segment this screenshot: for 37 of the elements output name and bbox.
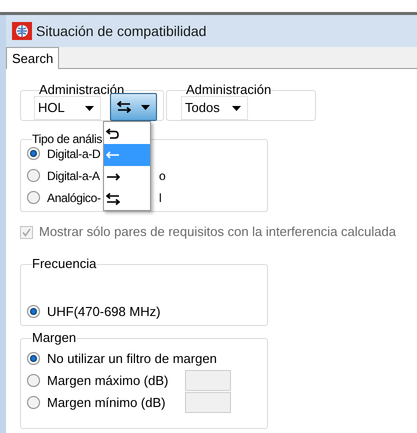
group-label: Administración [39,82,124,97]
group-label: Frecuencia [32,256,96,271]
swap-arrows-icon [106,192,120,206]
radio-button[interactable] [27,147,40,160]
radio-button[interactable] [27,396,40,409]
caret-icon [85,106,94,110]
radio-label: Margen máximo (dB) [47,372,170,390]
radio-label: No utilizar un filtro de margen [47,350,217,368]
dropdown-option[interactable] [104,166,150,188]
tab[interactable]: Search [6,47,60,70]
group-label: Tipo de anális [32,132,102,146]
radio-label: o [159,168,166,185]
return-arrow-icon [106,126,120,140]
radio-label: Digital-a-D [47,146,100,162]
radio-button[interactable] [27,352,40,365]
group-label: Administración [186,82,272,97]
group-label: Margen [32,330,76,345]
app-logo-icon [12,22,32,40]
radio-button[interactable] [27,191,40,204]
radio-label: UHF(470-698 MHz) [47,302,160,321]
radio-label: Analógico- [47,190,101,206]
checkbox-label: Mostrar sólo pares de requisitos con la interferencia calculada [39,223,396,242]
radio-button[interactable] [27,169,40,182]
dropdown[interactable]: Todos [181,96,248,120]
caret-icon [141,104,150,110]
radio-button[interactable] [27,305,40,318]
dropdown-option[interactable] [104,122,150,144]
radio-button[interactable] [27,374,40,387]
dropdown-option[interactable] [104,188,150,210]
dropdown[interactable]: HOL [34,96,101,120]
radio-label: Digital-a-A [47,168,100,184]
radio-label: Margen mínimo (dB) [47,394,166,412]
window-title: Situación de compatibilidad [36,22,206,41]
swap-arrows-icon [117,100,131,114]
radio-label: l [159,190,162,207]
caret-icon [232,106,241,110]
direction-dropdown[interactable] [110,93,157,121]
